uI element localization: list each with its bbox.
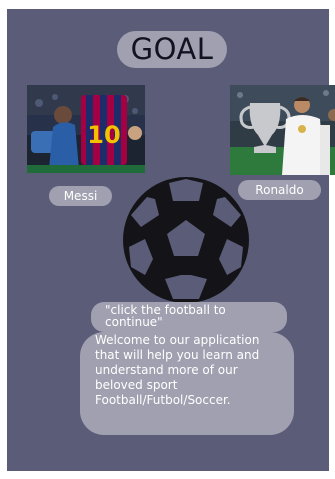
messi-photo[interactable]: 10 [27, 85, 145, 173]
messi-label: Messi [49, 186, 112, 206]
ronaldo-photo-icon [230, 85, 335, 175]
welcome-message: Welcome to our application that will hel… [80, 332, 294, 435]
hint-text: "click the football to continue" [91, 302, 287, 332]
app-title: GOAL [117, 31, 227, 68]
ronaldo-photo[interactable] [230, 85, 335, 175]
app-screen: GOAL 10 Messi Ronaldo "click the footbal… [7, 9, 335, 471]
svg-text:10: 10 [87, 121, 120, 149]
football-button[interactable] [121, 175, 251, 305]
messi-photo-icon: 10 [27, 85, 145, 173]
football-icon [123, 177, 249, 303]
